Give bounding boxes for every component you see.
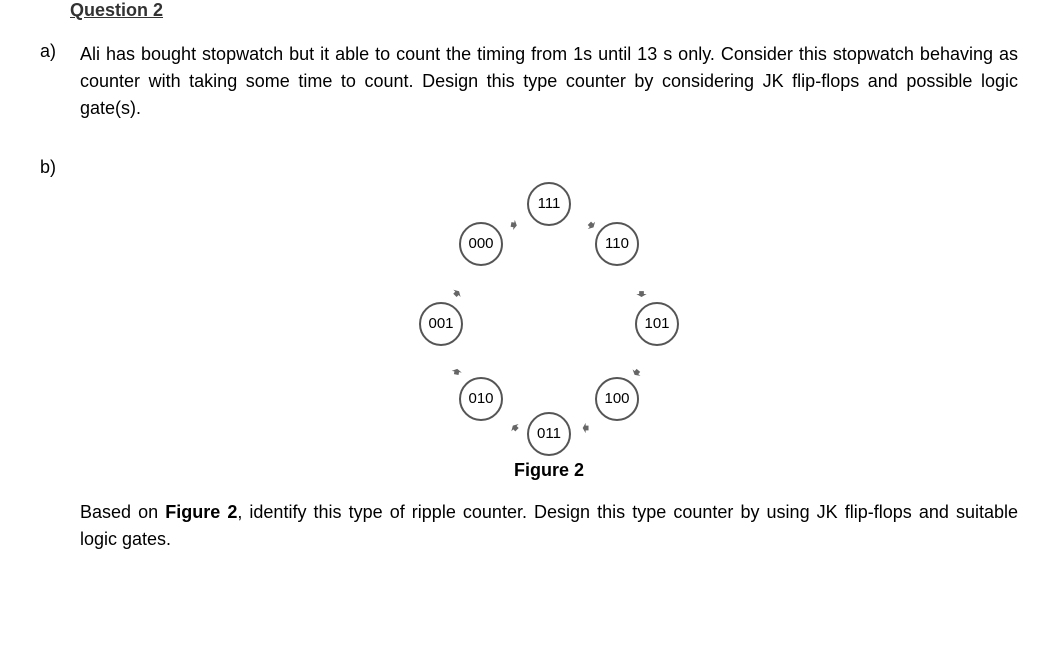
figure-caption: Figure 2	[80, 457, 1018, 484]
arrow-icon: ➧	[505, 213, 522, 239]
state-001: 001	[419, 302, 463, 346]
part-b-content: 111 000 110 001 101 010 100 011 ➧ ➧ ➧ ➧ …	[80, 157, 1018, 553]
arrow-icon: ➧	[502, 414, 528, 440]
part-a-text: Ali has bought stopwatch but it able to …	[80, 41, 1018, 122]
state-110: 110	[595, 222, 639, 266]
arrow-icon: ➧	[629, 287, 653, 300]
state-000: 000	[459, 222, 503, 266]
state-diagram-wrapper: 111 000 110 001 101 010 100 011 ➧ ➧ ➧ ➧ …	[80, 182, 1018, 442]
part-b-description: Based on Figure 2, identify this type of…	[80, 499, 1018, 553]
state-010: 010	[459, 377, 503, 421]
part-b: b) 111 000 110 001 101 010 100 011 ➧ ➧ ➧	[40, 157, 1018, 553]
state-101: 101	[635, 302, 679, 346]
state-111: 111	[527, 182, 571, 226]
part-a-label: a)	[40, 41, 80, 122]
state-100: 100	[595, 377, 639, 421]
part-b-label: b)	[40, 157, 80, 553]
question-heading: Question 2	[70, 0, 1018, 21]
state-011: 011	[527, 412, 571, 456]
state-diagram: 111 000 110 001 101 010 100 011 ➧ ➧ ➧ ➧ …	[409, 182, 689, 442]
arrow-icon: ➧	[579, 415, 592, 439]
arrow-icon: ➧	[445, 363, 471, 380]
part-a: a) Ali has bought stopwatch but it able …	[40, 41, 1018, 122]
